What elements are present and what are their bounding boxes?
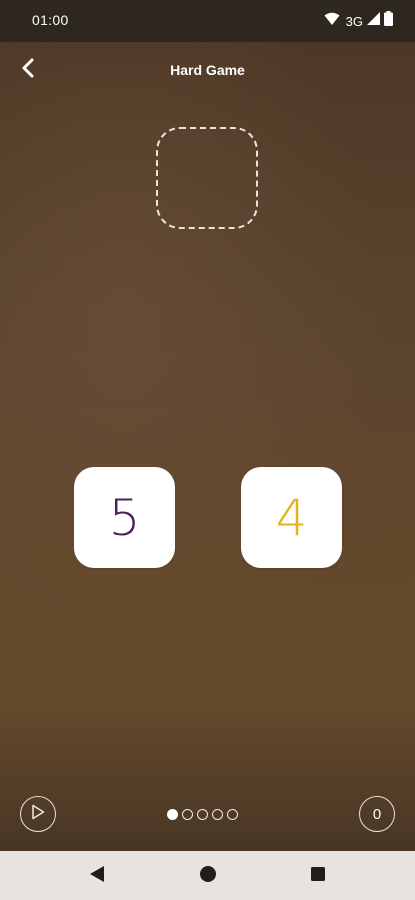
page-dot-2	[182, 808, 193, 820]
score-badge: 0	[359, 796, 395, 832]
page-dot-4	[212, 808, 223, 820]
battery-icon	[384, 11, 393, 31]
game-screen: 01:00 3G Hard Game 5 4 0	[0, 0, 415, 900]
status-bar: 01:00 3G	[0, 0, 415, 42]
answer-drop-slot[interactable]	[156, 127, 258, 229]
page-dot-1	[167, 808, 178, 820]
number-tile-left[interactable]: 5	[74, 467, 175, 568]
signal-icon	[367, 12, 380, 30]
back-triangle-icon	[89, 865, 105, 888]
play-icon	[31, 804, 45, 825]
recents-square-icon	[310, 866, 326, 887]
page-dot-5	[227, 808, 238, 820]
page-dot-3	[197, 808, 208, 820]
nav-recents-button[interactable]	[306, 864, 330, 888]
number-tile-right[interactable]: 4	[241, 467, 342, 568]
network-type: 3G	[345, 13, 363, 29]
wifi-icon	[324, 12, 340, 31]
play-button[interactable]	[20, 796, 56, 832]
nav-home-button[interactable]	[196, 864, 220, 888]
status-icons: 3G	[324, 11, 393, 31]
system-nav-bar	[0, 851, 415, 900]
score-value: 0	[372, 805, 382, 823]
page-title: Hard Game	[170, 62, 245, 78]
tile-number: 5	[108, 488, 141, 547]
status-time: 01:00	[32, 12, 69, 28]
home-circle-icon	[199, 865, 217, 888]
page-indicator	[167, 807, 238, 821]
tile-number: 4	[275, 488, 308, 547]
nav-back-button[interactable]	[85, 864, 109, 888]
